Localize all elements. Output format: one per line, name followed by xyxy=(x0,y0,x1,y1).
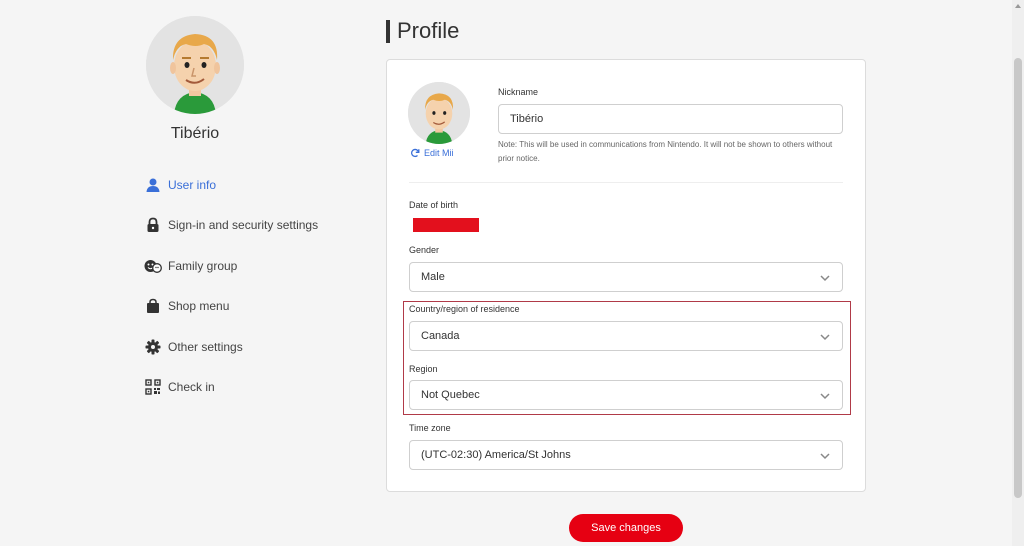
save-changes-button[interactable]: Save changes xyxy=(569,514,683,542)
sidebar-item-label: Check in xyxy=(168,380,215,394)
qr-code-icon xyxy=(144,378,162,396)
sidebar-item-label: Sign-in and security settings xyxy=(168,218,319,232)
sidebar-item-label: Other settings xyxy=(168,340,243,354)
sidebar-item-family-group[interactable]: Family group xyxy=(144,254,237,278)
region-label: Region xyxy=(409,364,438,374)
sidebar-item-label: User info xyxy=(168,178,217,192)
nickname-note: Note: This will be used in communication… xyxy=(498,140,833,163)
chevron-down-icon xyxy=(820,453,830,460)
sidebar: Tibério User info Sign-in and security s… xyxy=(0,0,370,546)
title-accent-bar xyxy=(386,20,390,43)
nickname-value: Tibério xyxy=(510,113,544,125)
country-select[interactable]: Canada xyxy=(409,321,843,351)
sidebar-item-label: Shop menu xyxy=(168,299,230,313)
timezone-label: Time zone xyxy=(409,423,451,433)
scrollbar-thumb[interactable] xyxy=(1014,58,1022,498)
sidebar-item-label: Family group xyxy=(168,259,238,273)
nickname-label: Nickname xyxy=(498,87,539,97)
sidebar-item-sign-in-security[interactable]: Sign-in and security settings xyxy=(144,213,318,237)
timezone-value: (UTC-02:30) America/St Johns xyxy=(421,449,571,461)
chevron-down-icon xyxy=(820,275,830,282)
region-value: Not Quebec xyxy=(421,389,480,401)
timezone-select[interactable]: (UTC-02:30) America/St Johns xyxy=(409,440,843,470)
gear-icon xyxy=(144,338,162,356)
gender-select[interactable]: Male xyxy=(409,262,843,292)
edit-mii-link[interactable]: Edit Mii xyxy=(410,148,454,158)
page-title: Profile xyxy=(397,18,460,43)
page-scrollbar[interactable] xyxy=(1012,0,1024,546)
mii-face-icon xyxy=(408,82,470,144)
sidebar-item-check-in[interactable]: Check in xyxy=(144,375,215,399)
mii-avatar[interactable] xyxy=(408,82,470,144)
gender-label: Gender xyxy=(409,245,440,255)
section-divider xyxy=(409,182,843,183)
shopping-bag-icon xyxy=(144,297,162,315)
family-icon xyxy=(144,257,162,275)
dob-label: Date of birth xyxy=(409,200,459,210)
profile-username: Tibério xyxy=(170,125,220,142)
redacted-dob xyxy=(413,218,479,232)
refresh-icon xyxy=(411,148,420,158)
lock-icon xyxy=(144,216,162,234)
sidebar-item-shop-menu[interactable]: Shop menu xyxy=(144,294,229,318)
chevron-down-icon xyxy=(820,334,830,341)
gender-value: Male xyxy=(421,271,445,283)
sidebar-item-other-settings[interactable]: Other settings xyxy=(144,335,243,359)
user-icon xyxy=(144,176,162,194)
profile-card: Edit Mii Nickname Tibério Note: This wil… xyxy=(386,59,866,492)
country-value: Canada xyxy=(421,330,460,342)
chevron-down-icon xyxy=(820,393,830,400)
country-label: Country/region of residence xyxy=(409,304,520,314)
profile-avatar[interactable] xyxy=(146,16,244,114)
nickname-input[interactable]: Tibério xyxy=(498,104,843,134)
region-select[interactable]: Not Quebec xyxy=(409,380,843,410)
mii-face-icon xyxy=(146,16,244,114)
scroll-up-arrow-icon[interactable] xyxy=(1014,2,1022,10)
edit-mii-label: Edit Mii xyxy=(424,148,454,158)
sidebar-item-user-info[interactable]: User info xyxy=(144,173,216,197)
